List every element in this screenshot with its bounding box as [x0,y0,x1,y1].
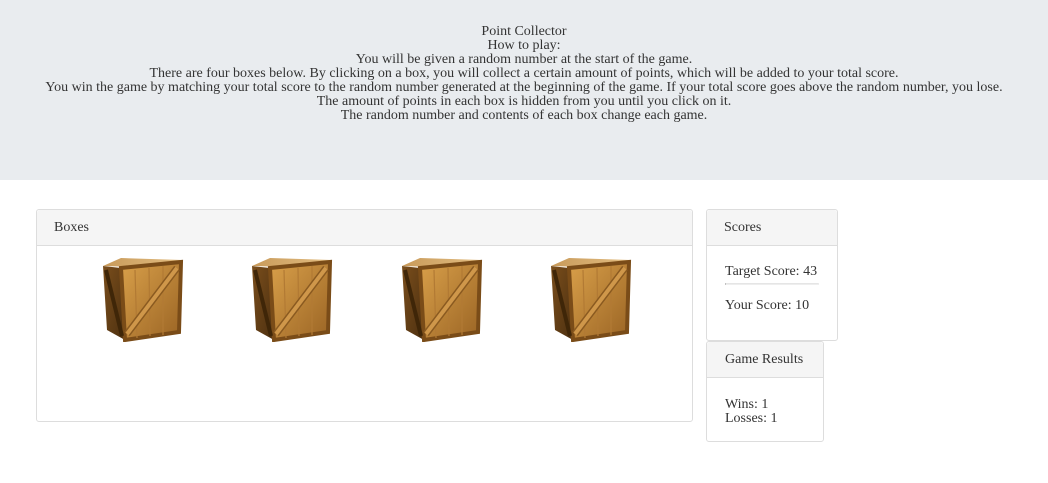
page-title: Point Collector [481,24,567,39]
instruction-line: The random number and contents of each b… [340,108,708,123]
crate-button-1[interactable] [97,258,187,342]
scores-panel: Scores Target Score: 43 Your Score: 10 [706,209,838,341]
crate-button-3[interactable] [396,258,486,342]
boxes-panel: Boxes [36,209,693,422]
instruction-line: You will be given a random number at the… [355,52,693,67]
instruction-line: You win the game by matching your total … [45,80,1003,95]
wins-count: Wins: 1 [725,397,769,412]
scores-heading: Scores [707,210,837,246]
instruction-line: The amount of points in each box is hidd… [316,94,732,109]
losses-count: Losses: 1 [725,411,778,426]
results-panel: Game Results Wins: 1 Losses: 1 [706,341,824,442]
how-to-play-label: How to play: [487,38,561,53]
instruction-line: There are four boxes below. By clicking … [149,66,899,81]
target-score: Target Score: 43 [725,264,818,279]
instructions-header: Point Collector How to play: You will be… [0,0,1048,180]
crate-button-4[interactable] [545,258,635,342]
boxes-heading: Boxes [37,210,692,246]
crate-button-2[interactable] [246,258,336,342]
your-score: Your Score: 10 [725,298,810,313]
results-heading: Game Results [707,342,823,378]
